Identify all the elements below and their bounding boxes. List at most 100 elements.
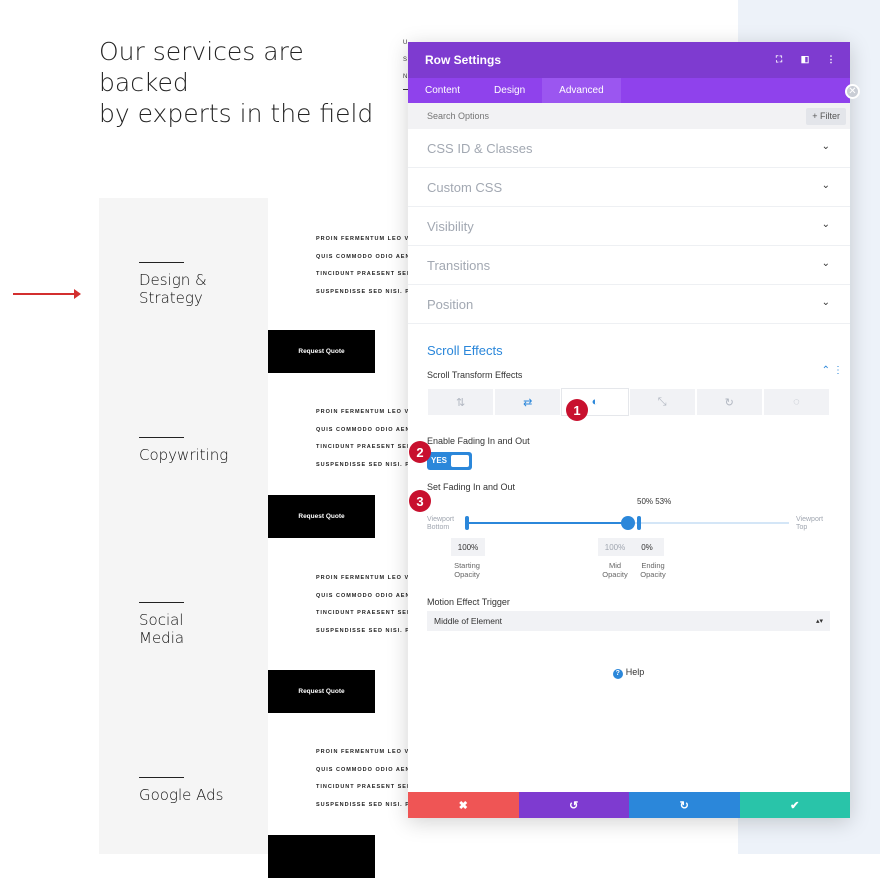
viewport-bottom-label: Viewport Bottom [427,516,455,531]
modal-title: Row Settings [425,53,502,67]
vertical-motion-icon[interactable]: ⇅ [427,388,495,416]
starting-opacity-value[interactable]: 100% [451,538,485,556]
mid-opacity-value[interactable]: 100% [598,538,632,556]
service-google-ads: Google Ads [139,777,249,804]
section-transitions[interactable]: Transitions ⌄ [408,246,850,285]
annotation-badge: 1 [566,399,588,421]
motion-trigger-select[interactable]: Middle of Element ▴▾ [427,611,830,631]
transform-effects-row: ⇅ ⇄ ◐ ⤡ ↻ ◌ [427,388,831,416]
service-name: Copywriting [139,446,229,464]
chevron-down-icon: ⌄ [821,180,830,191]
chevron-down-icon: ⌄ [821,258,830,269]
chevron-down-icon: ⌄ [821,297,830,308]
redo-icon: ↻ [679,799,689,812]
start-handle[interactable] [465,516,469,530]
undo-icon: ↺ [569,799,579,812]
mid-handle[interactable] [621,516,635,530]
viewport-top-label: Viewport Top [796,516,824,531]
blur-icon[interactable]: ◌ [762,388,831,416]
service-text-block: PROIN FERMENTUM LEO VE QUIS COMMODO ODIO… [316,409,408,479]
help-icon: ? [612,669,623,679]
rotating-icon[interactable]: ↻ [695,388,763,416]
tab-advanced[interactable]: Advanced [542,78,621,103]
help-link[interactable]: ? Help [427,667,830,679]
transform-effects-label: Scroll Transform Effects [427,370,523,380]
body-line: TINCIDUNT PRAESENT SEM [316,444,408,450]
body-line: QUIS COMMODO ODIO AEN [316,426,408,433]
toggle-knob [451,455,469,467]
edge-text: N [403,74,408,80]
body-line: TINCIDUNT PRAESENT SEM [316,271,408,277]
service-design-strategy: Design & Strategy [139,262,249,307]
body-line: PROIN FERMENTUM LEO VE [316,575,408,581]
close-icon: ✖ [458,799,468,812]
heading-line-1: Our services are backed [99,37,304,97]
ending-opacity-value[interactable]: 0% [630,538,664,556]
more-options-icon[interactable]: ⋮ [826,54,836,65]
redo-button[interactable]: ↻ [629,792,740,818]
section-custom-css[interactable]: Custom CSS ⌄ [408,168,850,207]
range-percent-readout: 50% 53% [637,497,672,506]
request-quote-button[interactable]: Request Quote [268,330,375,373]
help-label: Help [625,667,645,677]
annotation-arrow [13,289,81,299]
chevron-down-icon: ⌄ [821,141,830,152]
close-icon[interactable]: ✕ [845,84,860,99]
tab-content[interactable]: Content [408,78,477,103]
section-options-icon[interactable]: ⋮ [833,365,843,376]
end-handle[interactable] [637,516,641,530]
search-input[interactable] [427,111,727,121]
tab-design[interactable]: Design [477,78,542,103]
cancel-button[interactable]: ✖ [408,792,519,818]
sidebar-toggle-icon[interactable]: ◧ [800,54,810,65]
filter-button[interactable]: + Filter [806,108,846,125]
body-line: QUIS COMMODO ODIO AEN [316,592,408,599]
section-css-id-classes[interactable]: CSS ID & Classes ⌄ [408,129,850,168]
section-title: Position [427,296,474,312]
starting-opacity-label: Starting Opacity [454,561,480,579]
save-button[interactable]: ✔ [739,792,850,818]
annotation-badge: 3 [409,490,431,512]
set-fading-label: Set Fading In and Out [427,482,516,492]
section-scroll-effects: Scroll Effects ⌃ ⋮ Scroll Transform Effe… [408,343,850,679]
modal-header: Row Settings ⛶ ◧ ⋮ [408,42,850,78]
service-name: Google Ads [139,786,224,804]
horizontal-motion-icon[interactable]: ⇄ [494,388,562,416]
section-visibility[interactable]: Visibility ⌄ [408,207,850,246]
edge-text: U [403,40,408,46]
enable-fading-toggle[interactable]: YES [427,452,472,470]
service-name: Design & Strategy [139,271,207,307]
body-line: SUSPENDISSE SED NISI. PU [316,461,408,468]
request-quote-button[interactable]: Request Quote [268,670,375,713]
request-quote-button[interactable] [268,835,375,878]
request-quote-button[interactable]: Request Quote [268,495,375,538]
search-bar: + Filter [408,103,850,129]
service-divider [139,262,184,263]
edge-text: S [403,57,408,63]
scaling-icon[interactable]: ⤡ [628,388,696,416]
page-heading: Our services are backed by experts in th… [99,36,399,129]
section-position[interactable]: Position ⌄ [408,285,850,324]
section-title: Visibility [427,218,474,234]
service-social-media: Social Media [139,602,249,647]
expand-icon[interactable]: ⛶ [774,54,784,65]
body-line: PROIN FERMENTUM LEO VE [316,409,408,415]
service-text-block: PROIN FERMENTUM LEO VE QUIS COMMODO ODIO… [316,236,408,306]
toggle-value: YES [431,456,448,465]
section-title: Transitions [427,257,491,273]
motion-trigger-label: Motion Effect Trigger [427,597,510,607]
checkmark-icon: ✔ [790,799,800,812]
body-line: SUSPENDISSE SED NISI. PU [316,627,408,634]
body-line: QUIS COMMODO ODIO AEN [316,766,408,773]
body-line: SUSPENDISSE SED NISI. PU [316,288,408,295]
scroll-effects-title[interactable]: Scroll Effects [427,343,850,358]
chevron-up-icon[interactable]: ⌃ [822,365,830,376]
heading-line-2: by experts in the field [99,99,374,128]
mid-opacity-label: Mid Opacity [602,561,628,579]
motion-trigger-value: Middle of Element [434,616,503,626]
undo-button[interactable]: ↺ [518,792,629,818]
select-caret-icon: ▴▾ [815,618,823,625]
fading-range-slider: 50% 53% Viewport Bottom Viewport Top 100… [427,492,850,597]
service-divider [139,437,184,438]
body-line: PROIN FERMENTUM LEO VE [316,236,408,242]
